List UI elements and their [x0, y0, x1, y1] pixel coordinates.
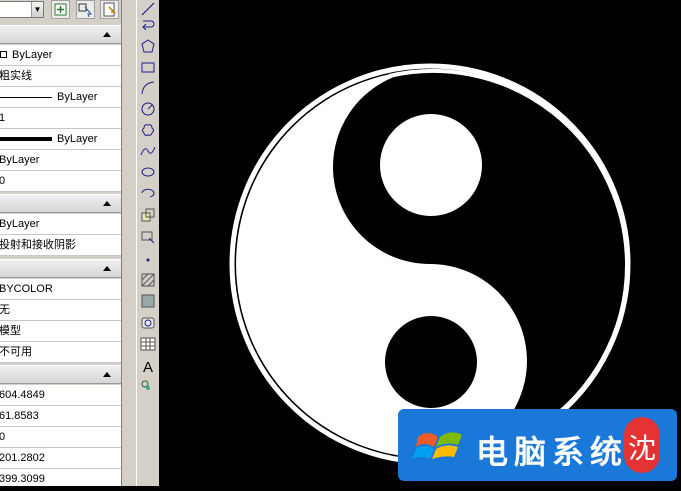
insert-block-icon[interactable]	[140, 207, 156, 223]
yin-dot[interactable]	[380, 114, 482, 216]
text-icon[interactable]: A	[140, 358, 156, 374]
line-icon[interactable]	[140, 1, 156, 17]
ellipse-icon[interactable]	[140, 164, 156, 180]
watermark-pill-glyph: 沈	[628, 432, 657, 465]
prop-plot-style[interactable]: BYCOLOR	[0, 279, 121, 300]
properties-toolbar: ▼	[0, 0, 121, 22]
panel-gap	[122, 0, 136, 486]
svg-text:A: A	[143, 359, 153, 374]
quick-select-icon	[103, 2, 116, 17]
section-general-header[interactable]	[0, 25, 121, 44]
ellipse-arc-icon[interactable]	[140, 185, 156, 201]
watermark-text: 电脑系统	[476, 433, 629, 471]
arc-icon[interactable]	[140, 80, 156, 96]
circle-icon[interactable]	[140, 101, 156, 117]
region-icon[interactable]	[140, 315, 156, 331]
draw-toolbar: A	[136, 0, 160, 486]
rectangle-icon[interactable]	[140, 59, 156, 75]
prop-material[interactable]: ByLayer	[0, 214, 121, 235]
properties-panel: ▼ ByLayer 粗实线 ByLayer ByLayer ByLayer By…	[0, 0, 122, 486]
prop-thickness[interactable]: 0	[0, 171, 121, 192]
table-icon[interactable]	[140, 336, 156, 352]
chevron-down-icon[interactable]: ▼	[31, 2, 43, 17]
prop-center-y[interactable]: 61.8583	[0, 406, 121, 427]
prop-width[interactable]: 399.3099	[0, 469, 121, 486]
prop-linetype[interactable]: ByLayer	[0, 87, 121, 108]
prop-shadow[interactable]: 投射和接收阴影	[0, 235, 121, 256]
prop-plotstyle[interactable]: ByLayer	[0, 150, 121, 171]
prop-height[interactable]: 201.2802	[0, 448, 121, 469]
windows-logo-icon	[412, 432, 462, 459]
collapse-icon[interactable]	[103, 372, 111, 377]
gradient-icon[interactable]	[140, 293, 156, 309]
make-block-icon[interactable]	[140, 229, 156, 245]
point-icon[interactable]	[140, 252, 156, 268]
prop-color[interactable]: ByLayer	[0, 45, 121, 66]
collapse-icon[interactable]	[103, 201, 111, 206]
watermark-badge: 电脑系统 沈	[398, 409, 677, 481]
collapse-icon[interactable]	[103, 266, 111, 271]
spline-icon[interactable]	[140, 143, 156, 159]
prop-plot-attached[interactable]: 模型	[0, 321, 121, 342]
prop-center-x[interactable]: 604.4849	[0, 385, 121, 406]
color-swatch-icon	[0, 51, 7, 58]
toggle-pickadd-button[interactable]	[51, 0, 70, 19]
yang-dot[interactable]	[385, 316, 477, 408]
selection-combo[interactable]: ▼	[0, 1, 44, 18]
prop-linetype-scale[interactable]: 1	[0, 108, 121, 129]
hatch-icon[interactable]	[140, 272, 156, 288]
quick-select-button[interactable]	[100, 0, 119, 19]
add-selected-icon[interactable]	[140, 376, 156, 392]
prop-center-z[interactable]: 0	[0, 427, 121, 448]
select-objects-button[interactable]	[76, 0, 95, 19]
prop-plot-table[interactable]: 无	[0, 300, 121, 321]
collapse-icon[interactable]	[103, 32, 111, 37]
watermark-pill: 沈	[624, 417, 660, 473]
prop-layer[interactable]: 粗实线	[0, 66, 121, 87]
pickadd-icon	[54, 3, 67, 16]
polygon-icon[interactable]	[140, 38, 156, 54]
prop-plot-type[interactable]: 不可用	[0, 342, 121, 363]
prop-lineweight[interactable]: ByLayer	[0, 129, 121, 150]
select-objects-icon	[78, 3, 93, 18]
arc-return-icon[interactable]	[140, 18, 156, 34]
section-view-header[interactable]	[0, 365, 121, 384]
revision-cloud-icon[interactable]	[140, 122, 156, 138]
linetype-preview	[0, 97, 52, 98]
section-plotstyle-header[interactable]	[0, 259, 121, 278]
section-3d-header[interactable]	[0, 194, 121, 213]
lineweight-preview	[0, 137, 52, 141]
